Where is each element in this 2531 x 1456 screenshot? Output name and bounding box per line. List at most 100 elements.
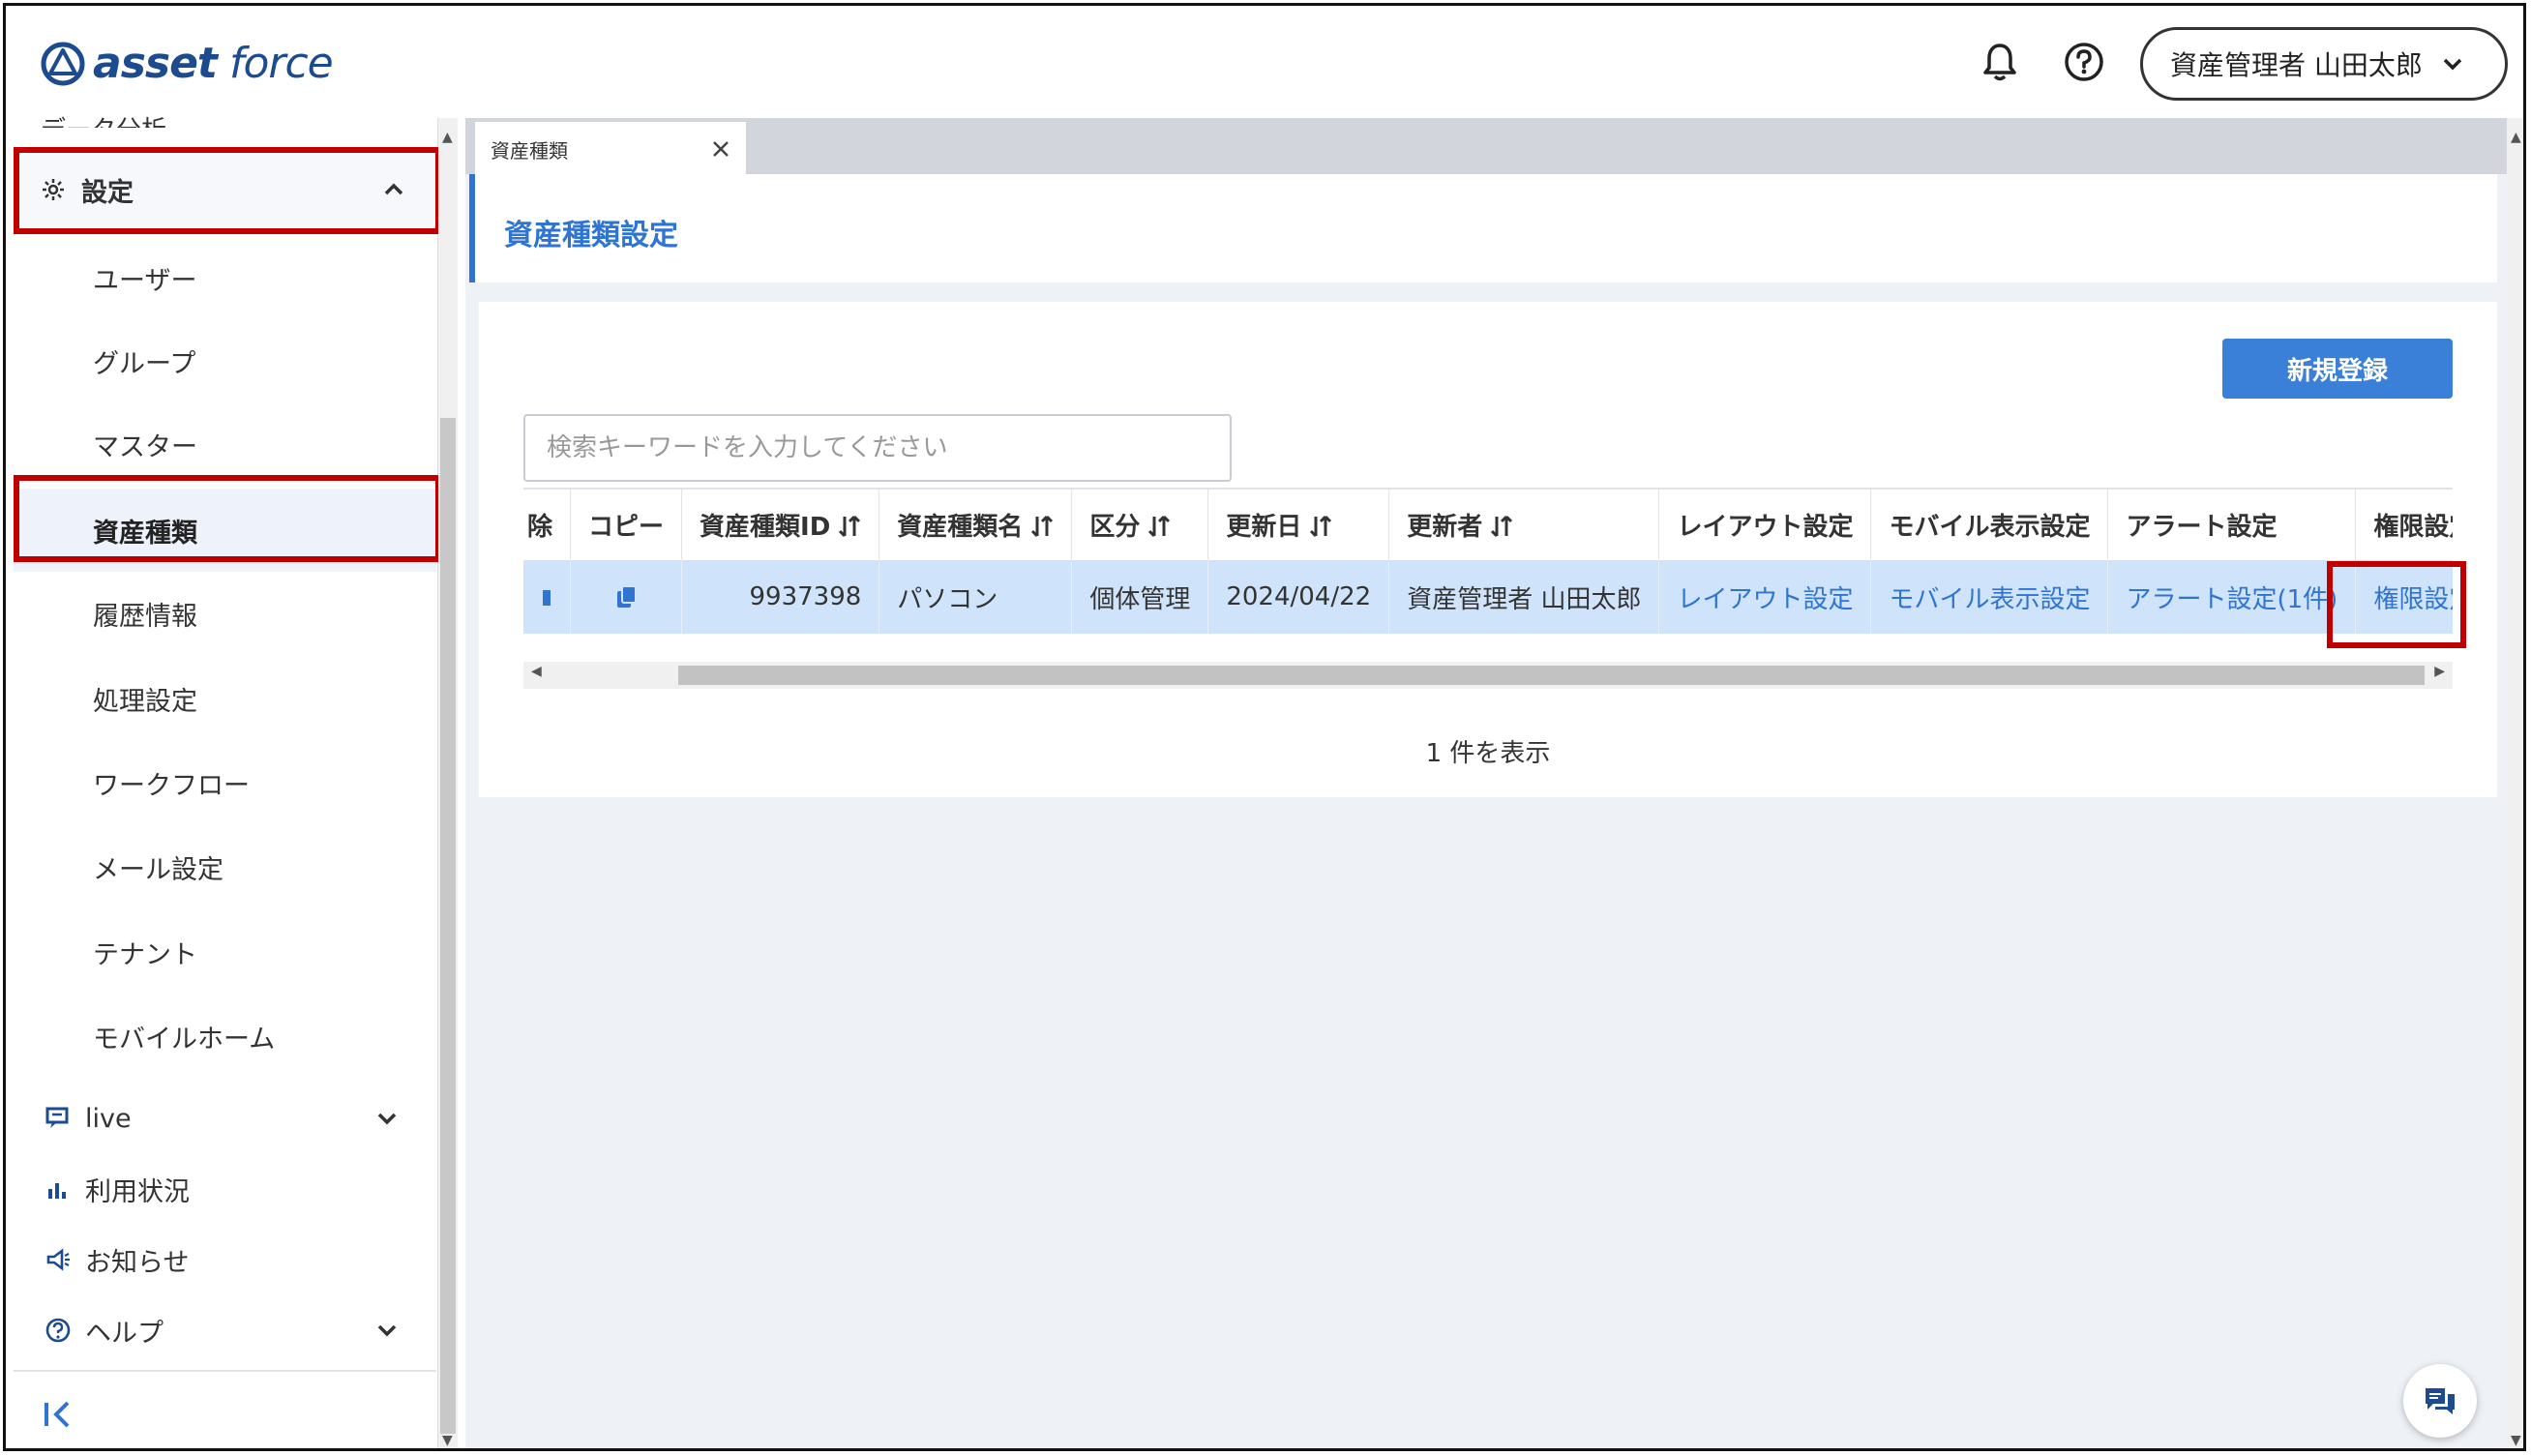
sidebar-item-label: live [85,1103,132,1134]
col-copy-header: コピー [570,488,683,560]
sidebar-subitem-mail-settings[interactable]: メール設定 [6,825,432,908]
highlight-asset-types [14,475,441,562]
sidebar-item-label: データ分析 [41,116,166,128]
sidebar-subitem-mobile-home[interactable]: モバイルホーム [6,995,432,1078]
asset-type-name: パソコン [878,560,1073,634]
chat-icon [2426,1388,2455,1414]
copy-cell[interactable] [570,560,683,634]
col-label: 権限設定 [2373,513,2453,542]
sort-icon[interactable] [1490,514,1513,539]
sidebar-subitem-label: 履歴情報 [93,601,197,632]
sort-icon[interactable] [1147,514,1171,539]
sidebar-item-help[interactable]: ヘルプ [6,1301,432,1359]
highlight-settings [14,147,441,234]
sidebar-subitem-label: メール設定 [93,854,223,885]
col-label: 除 [527,513,553,542]
col-updated-header[interactable]: 更新日 [1207,488,1390,560]
scroll-down-arrow-icon[interactable]: ▼ [442,1433,453,1448]
sidebar-subitem-label: テナント [93,939,197,970]
sidebar-scrollbar[interactable]: ▲ ▼ [438,118,458,1448]
chevron-down-icon [2443,58,2462,71]
col-label: 資産種類ID [700,513,831,542]
scroll-right-arrow-icon[interactable]: ▶ [2434,664,2445,679]
layout-settings-link[interactable]: レイアウト設定 [1658,560,1872,634]
updated-date: 2024/04/22 [1207,560,1390,634]
top-header: asset force 資産管理者 山田太郎 [6,6,2523,118]
alert-settings-link[interactable]: アラート設定(1件) [2107,560,2357,634]
chat-support-button[interactable] [2403,1364,2477,1438]
asset-category: 個体管理 [1071,560,1209,634]
col-permission-header: 権限設定 [2355,488,2453,560]
sidebar-subitem-master[interactable]: マスター [6,402,432,486]
sidebar-subitem-workflow[interactable]: ワークフロー [6,741,432,824]
sidebar-subitem-label: ワークフロー [93,770,250,801]
sidebar-item-label: お知らせ [85,1247,190,1278]
user-menu-button[interactable]: 資産管理者 山田太郎 [2140,27,2508,101]
col-category-header[interactable]: 区分 [1071,488,1209,560]
app-frame: asset force 資産管理者 山田太郎 データ分析 設定 [3,3,2526,1451]
col-updater-header[interactable]: 更新者 [1388,488,1660,560]
logo-text: asset force [93,39,334,88]
sidebar-item-label: 利用状況 [85,1176,190,1207]
sidebar-subitem-groups[interactable]: グループ [6,319,432,402]
tab-asset-types[interactable]: 資産種類 [475,122,746,176]
sidebar-item-data-analysis[interactable]: データ分析 [41,110,166,128]
sidebar-subitem-process-settings[interactable]: 処理設定 [6,657,432,740]
help-circle-icon [45,1318,71,1343]
col-label: 更新者 [1407,513,1483,542]
main-scrollbar[interactable]: ▲ ▼ [2507,118,2523,1448]
sidebar: データ分析 設定 ユーザー グループ マスター 資産種類 履歴情報 処理設定 ワ… [6,116,441,1448]
sidebar-item-usage[interactable]: 利用状況 [6,1160,432,1218]
col-label: 資産種類名 [897,513,1024,542]
tab-bar: 資産種類 [465,118,2507,176]
page-header: 資産種類設定 [469,174,2497,282]
sidebar-subitem-tenant[interactable]: テナント [6,910,432,994]
sidebar-item-notices[interactable]: お知らせ [6,1231,432,1289]
asset-types-table: 除 コピー 資産種類ID 資産種類名 区分 更新日 更新者 レイアウト設定 モバ… [523,488,2453,660]
sidebar-subitem-label: 処理設定 [93,686,197,717]
help-icon[interactable] [2063,41,2105,83]
sidebar-subitem-history[interactable]: 履歴情報 [6,572,432,655]
new-register-button[interactable]: 新規登録 [2222,339,2453,399]
asset-type-id: 9937398 [681,560,880,634]
delete-cell[interactable] [523,560,572,634]
sidebar-scroll-thumb[interactable] [440,418,456,1434]
sidebar-subitem-users[interactable]: ユーザー [6,236,432,319]
sidebar-divider [14,1370,436,1372]
sort-icon[interactable] [1030,514,1054,539]
live-icon [45,1107,69,1128]
sort-icon[interactable] [1309,514,1332,539]
tab-label: 資産種類 [491,138,568,163]
highlight-permission-settings [2327,561,2466,648]
search-input[interactable] [523,414,1232,482]
scroll-down-arrow-icon[interactable]: ▼ [2511,1433,2521,1448]
sort-icon[interactable] [838,514,861,539]
scroll-up-arrow-icon[interactable]: ▲ [442,130,453,145]
col-name-header[interactable]: 資産種類名 [878,488,1073,560]
result-count: 1 件を表示 [1425,739,1551,768]
mobile-display-settings-link[interactable]: モバイル表示設定 [1870,560,2109,634]
collapse-sidebar-icon[interactable] [41,1397,75,1432]
table-scroll-thumb[interactable] [678,666,2425,685]
app-logo[interactable]: asset force [41,39,334,88]
scroll-left-arrow-icon[interactable]: ◀ [531,664,542,679]
logo-mark-icon [41,42,85,85]
bell-icon[interactable] [1980,41,2020,83]
col-layout-header: レイアウト設定 [1658,488,1872,560]
col-alert-header: アラート設定 [2107,488,2357,560]
table-header-row: 除 コピー 資産種類ID 資産種類名 区分 更新日 更新者 レイアウト設定 モバ… [523,488,2453,560]
col-id-header[interactable]: 資産種類ID [681,488,880,560]
asset-types-panel: 新規登録 除 コピー 資産種類ID 資産種類名 区分 更新日 更新者 レイアウト [479,302,2497,797]
col-label: 区分 [1089,513,1141,542]
table-horizontal-scrollbar[interactable]: ◀ ▶ [523,662,2453,689]
col-label: コピー [588,513,665,542]
user-name: 資産管理者 山田太郎 [2170,49,2423,81]
table-row[interactable]: 9937398 パソコン 個体管理 2024/04/22 資産管理者 山田太郎 … [523,560,2453,634]
trash-icon[interactable] [529,584,552,609]
copy-icon[interactable] [614,584,638,609]
close-icon[interactable] [709,137,732,161]
chevron-down-icon [377,1113,397,1125]
sidebar-item-live[interactable]: live [6,1089,432,1147]
sidebar-subitem-label: ユーザー [93,265,197,296]
scroll-up-arrow-icon[interactable]: ▲ [2511,130,2521,145]
